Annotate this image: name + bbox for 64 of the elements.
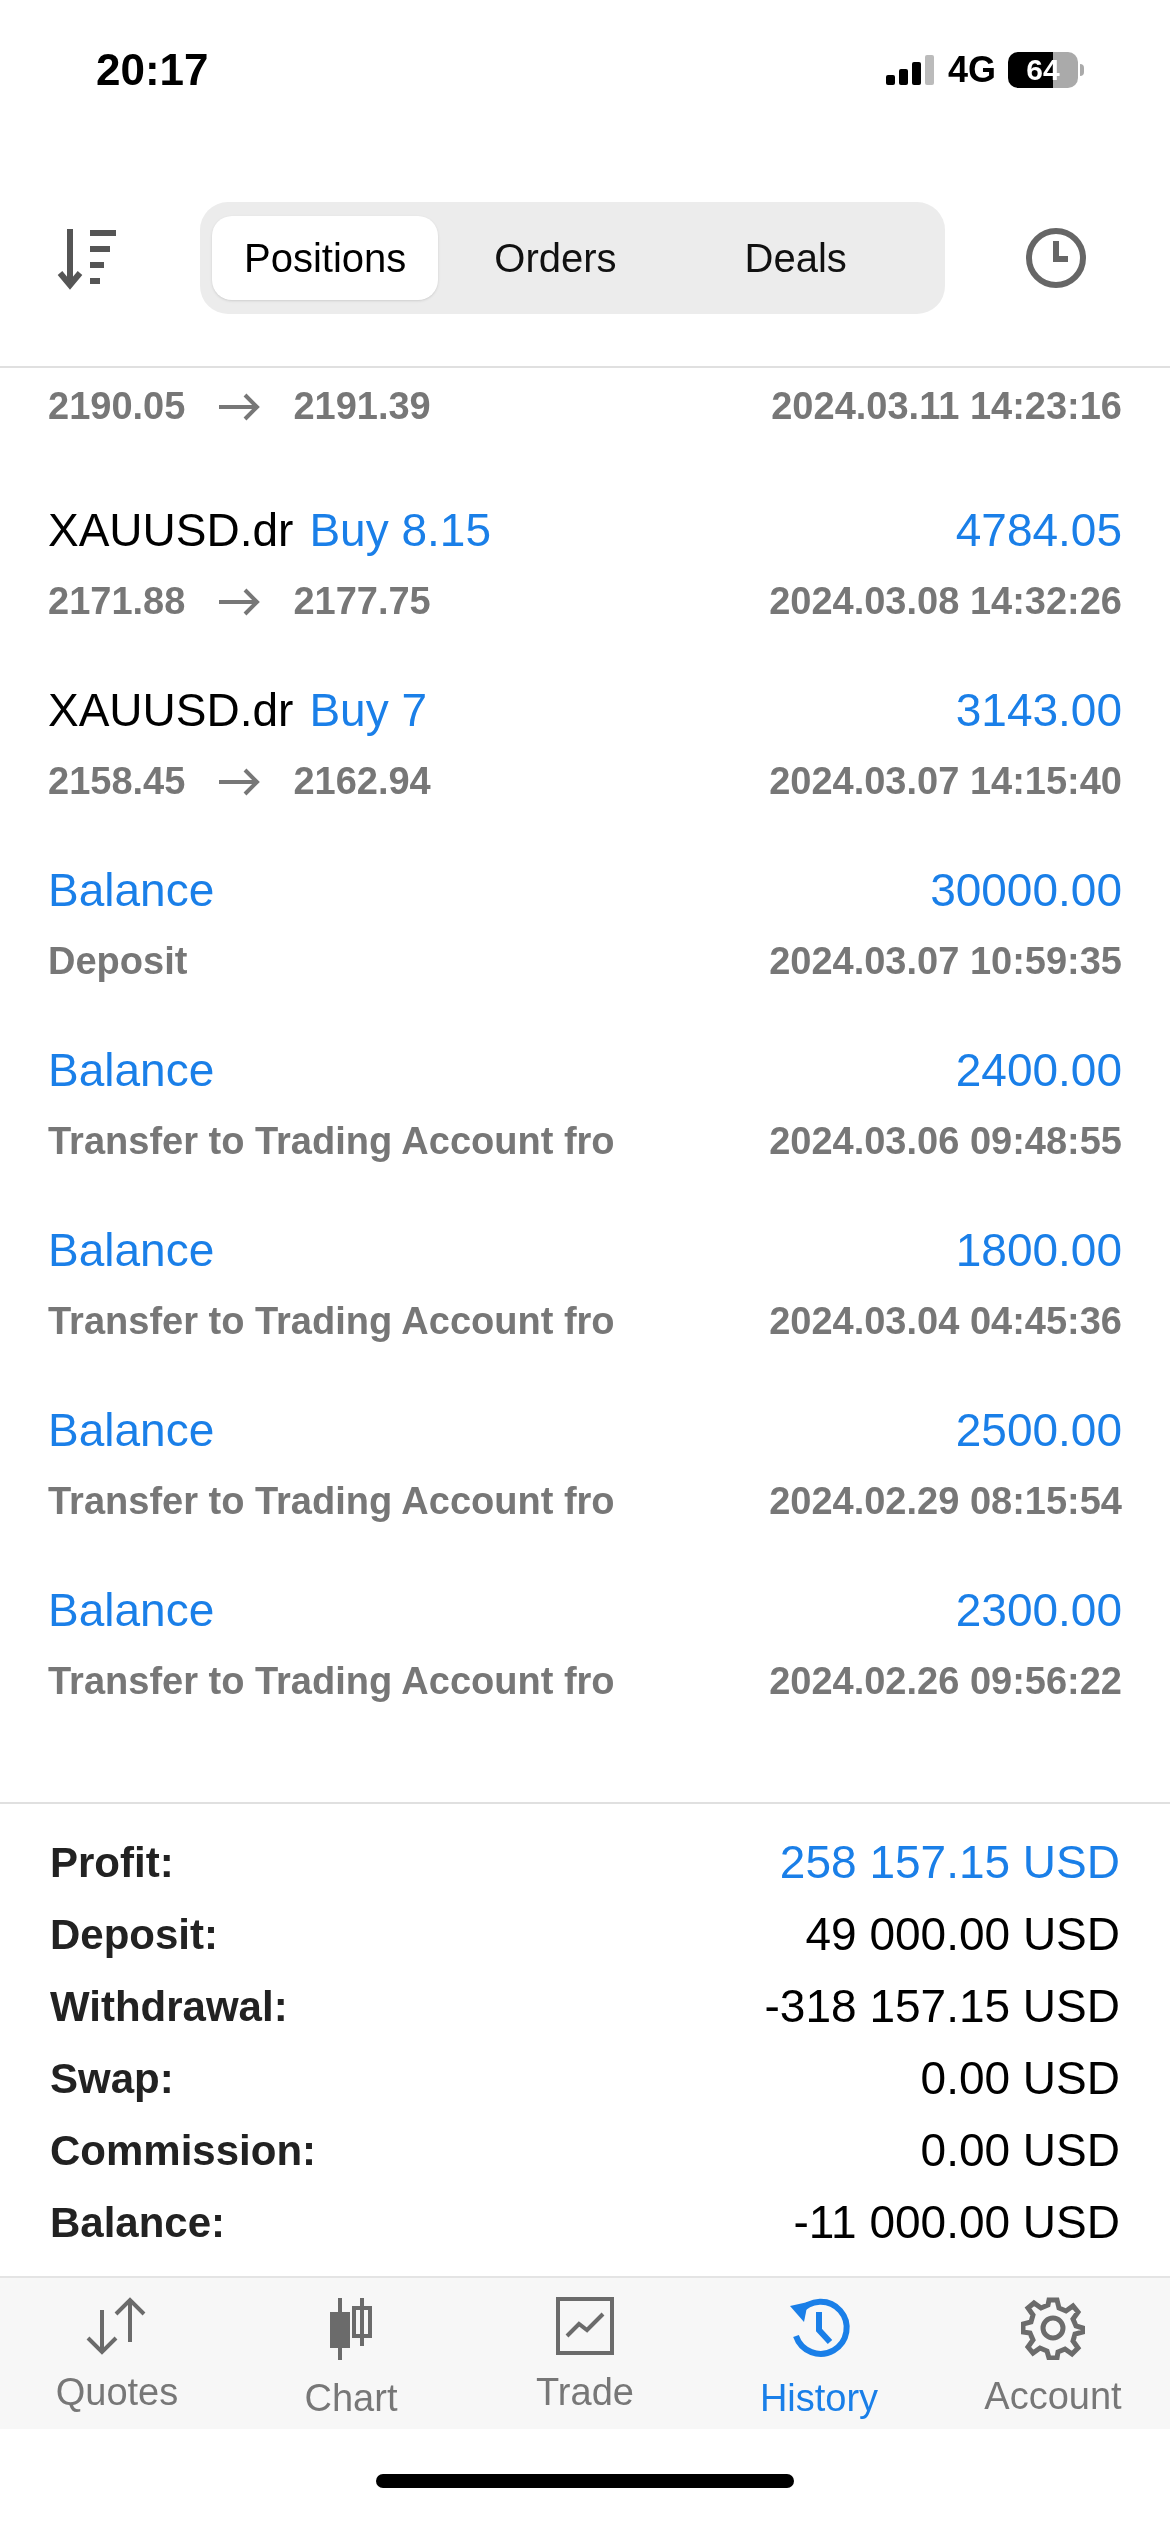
- balance-amount: 2400.00: [955, 1043, 1122, 1098]
- deal-time: 2024.03.11 14:23:16: [771, 384, 1122, 429]
- balance-title: Balance: [48, 863, 215, 918]
- summary-value: 0.00 USD: [920, 2050, 1120, 2106]
- summary-label: Profit:: [50, 1837, 174, 1888]
- deal-comment: Deposit: [48, 939, 188, 984]
- balance-title: Balance: [48, 1403, 215, 1458]
- deal-comment: Transfer to Trading Account fro: [48, 1299, 615, 1344]
- summary-value: 258 157.15 USD: [779, 1834, 1120, 1890]
- deal-time: 2024.02.26 09:56:22: [769, 1659, 1122, 1704]
- deal-time: 2024.03.04 04:45:36: [769, 1299, 1122, 1344]
- trade-side: Buy 7: [309, 683, 428, 738]
- deal-time: 2024.03.07 10:59:35: [769, 939, 1122, 984]
- open-price: 2171.88: [48, 579, 186, 624]
- tab[interactable]: Deals: [704, 216, 887, 300]
- nav-tab[interactable]: Chart: [234, 2278, 468, 2429]
- balance-title: Balance: [48, 1583, 215, 1638]
- balance-amount: 2300.00: [955, 1583, 1122, 1638]
- deal-time: 2024.03.07 14:15:40: [769, 759, 1122, 804]
- deal-time: 2024.02.29 08:15:54: [769, 1479, 1122, 1524]
- summary-value: 0.00 USD: [920, 2122, 1120, 2178]
- balance-title: Balance: [48, 1223, 215, 1278]
- open-price: 2190.05: [48, 384, 186, 429]
- balance-amount: 2500.00: [955, 1403, 1122, 1458]
- tab[interactable]: Positions: [212, 216, 439, 300]
- clock-icon[interactable]: [1025, 227, 1087, 289]
- network-label: 4G: [947, 48, 996, 92]
- balance-amount: 1800.00: [955, 1223, 1122, 1278]
- arrow-icon: [217, 586, 262, 617]
- summary-value: -11 000.00 USD: [793, 2194, 1120, 2250]
- nav-tab[interactable]: Account: [936, 2278, 1170, 2429]
- summary-value: 49 000.00 USD: [805, 1906, 1120, 1962]
- balance-amount: 30000.00: [930, 863, 1122, 918]
- summary-label: Balance:: [50, 2197, 226, 2248]
- symbol-label: XAUUSD.dr: [48, 683, 294, 738]
- deal-time: 2024.03.06 09:48:55: [769, 1119, 1122, 1164]
- summary-label: Commission:: [50, 2125, 317, 2176]
- trade-side: Buy 8.15: [309, 503, 491, 558]
- status-time: 20:17: [96, 44, 209, 96]
- nav-tab[interactable]: History: [702, 2278, 936, 2429]
- deal-comment: Transfer to Trading Account fro: [48, 1479, 615, 1524]
- close-price: 2191.39: [293, 384, 431, 429]
- close-price: 2162.94: [293, 759, 431, 804]
- settings-icon: [1021, 2296, 1085, 2360]
- arrow-icon: [217, 391, 262, 422]
- profit-amount: 3143.00: [955, 683, 1122, 738]
- tab[interactable]: Orders: [454, 216, 657, 300]
- nav-tab[interactable]: Quotes: [0, 2278, 234, 2429]
- symbol-label: XAUUSD.dr: [48, 503, 294, 558]
- balance-title: Balance: [48, 1043, 215, 1098]
- summary-label: Withdrawal:: [50, 1981, 288, 2032]
- arrow-icon: [217, 766, 262, 797]
- summary-value: -318 157.15 USD: [764, 1978, 1120, 2034]
- deal-comment: Transfer to Trading Account fro: [48, 1119, 615, 1164]
- signal-icon: [885, 55, 936, 85]
- open-price: 2158.45: [48, 759, 186, 804]
- line-chart-icon: [555, 2296, 615, 2356]
- close-price: 2177.75: [293, 579, 431, 624]
- nav-tab[interactable]: Trade: [468, 2278, 702, 2429]
- profit-amount: 4784.05: [955, 503, 1122, 558]
- summary-label: Deposit:: [50, 1909, 218, 1960]
- deal-time: 2024.03.08 14:32:26: [769, 579, 1122, 624]
- summary-label: Swap:: [50, 2053, 174, 2104]
- deal-comment: Transfer to Trading Account fro: [48, 1659, 615, 1704]
